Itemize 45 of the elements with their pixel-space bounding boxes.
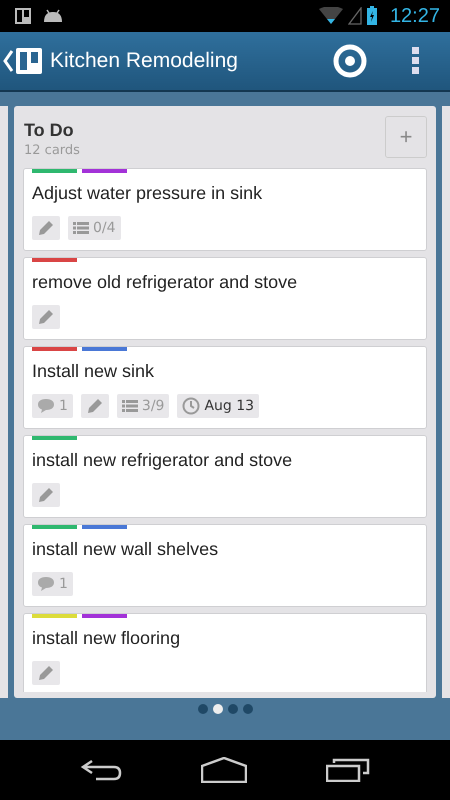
board-icon	[14, 7, 32, 25]
card-title: install new flooring	[32, 628, 182, 649]
pencil-icon	[86, 397, 104, 415]
list-icon	[122, 400, 138, 412]
pencil-icon	[37, 219, 55, 237]
comment-count: 1	[59, 398, 68, 414]
recent-apps-icon[interactable]	[326, 758, 370, 782]
clock-time: 12:27	[390, 4, 440, 28]
home-icon[interactable]	[200, 757, 247, 783]
board-title: Kitchen Remodeling	[50, 49, 239, 73]
card[interactable]: Adjust water pressure in sink 0/4	[23, 168, 427, 251]
target-icon[interactable]	[332, 43, 368, 79]
card-title: install new wall shelves	[32, 539, 220, 560]
card[interactable]: install new refrigerator and stove	[23, 435, 427, 518]
card-title: Adjust water pressure in sink	[32, 183, 264, 204]
checklist-count: 3/9	[142, 398, 164, 414]
pencil-icon	[37, 486, 55, 504]
page-dot[interactable]	[242, 704, 252, 714]
card[interactable]: install new flooring	[23, 613, 427, 692]
pencil-icon	[37, 308, 55, 326]
overflow-menu-icon[interactable]	[412, 46, 420, 76]
list-icon	[73, 222, 89, 234]
battery-icon	[366, 6, 378, 26]
card-title: install new refrigerator and stove	[32, 450, 294, 471]
signal-icon	[348, 7, 362, 25]
list-title: To Do	[24, 120, 75, 141]
back-icon[interactable]	[80, 758, 122, 782]
card-title: remove old refrigerator and stove	[32, 272, 298, 293]
clock-icon	[182, 397, 200, 415]
due-date: Aug 13	[204, 398, 254, 414]
comment-count: 1	[59, 576, 68, 592]
card[interactable]: remove old refrigerator and stove	[23, 257, 427, 340]
speech-bubble-icon	[37, 576, 55, 592]
page-dot[interactable]	[198, 704, 208, 714]
pencil-icon	[37, 664, 55, 682]
card[interactable]: install new wall shelves 1	[23, 524, 427, 607]
speech-bubble-icon	[37, 398, 55, 414]
card-title: Install new sink	[32, 361, 156, 382]
card-count: 12 cards	[24, 143, 80, 158]
page-dot[interactable]	[212, 704, 222, 714]
checklist-count: 0/4	[93, 220, 116, 236]
wifi-icon	[318, 7, 344, 25]
page-dot[interactable]	[228, 704, 238, 714]
card[interactable]: Install new sink 1 3/9 Aug 13	[23, 346, 427, 429]
android-icon	[42, 9, 64, 23]
